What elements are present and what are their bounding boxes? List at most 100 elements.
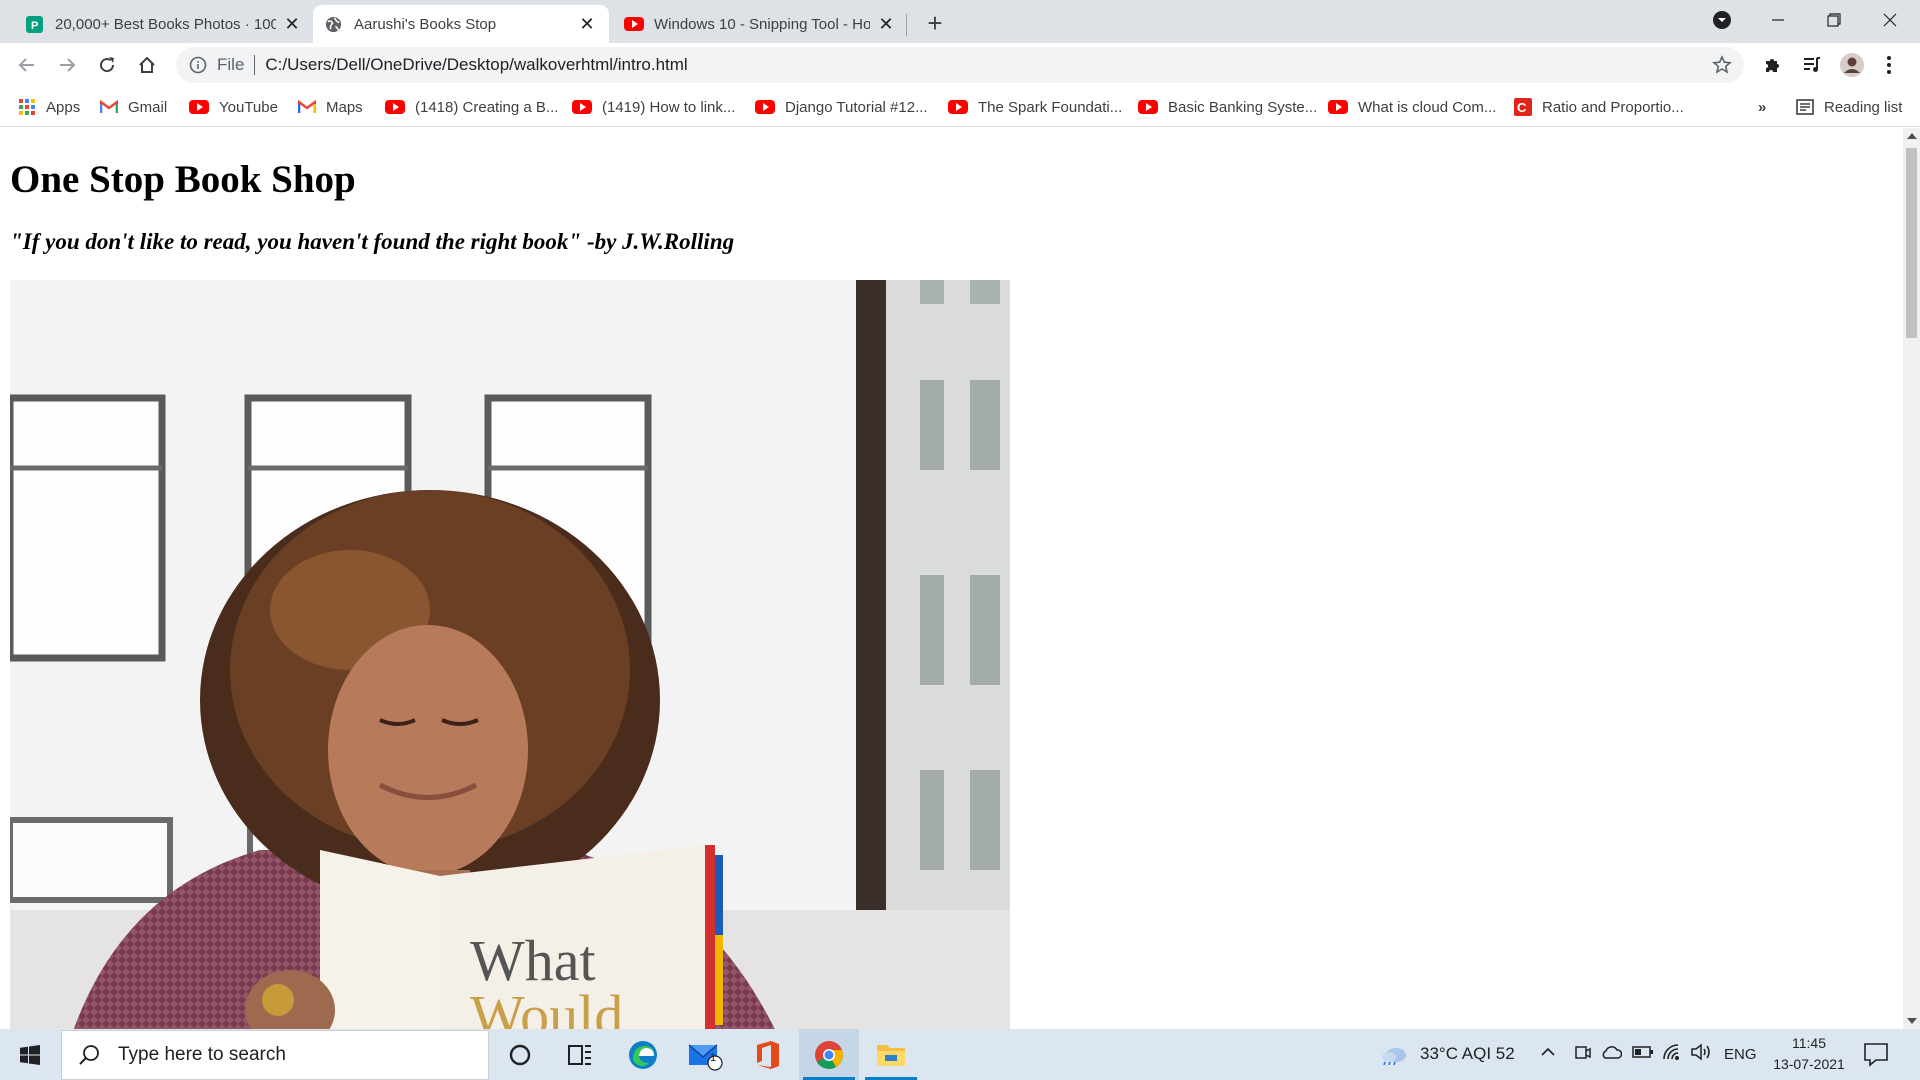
- extensions-button[interactable]: [1755, 48, 1789, 82]
- bookmark-video[interactable]: Basic Banking Syste...: [1138, 96, 1317, 118]
- home-button[interactable]: [130, 48, 164, 82]
- youtube-icon: [948, 100, 968, 114]
- reload-icon: [100, 57, 115, 73]
- page-viewport: One Stop Book Shop "If you don't like to…: [0, 128, 1903, 1029]
- search-icon: [79, 1045, 99, 1065]
- forward-button[interactable]: [50, 48, 84, 82]
- bookmark-video[interactable]: Django Tutorial #12...: [755, 96, 928, 118]
- gmail-icon: [100, 99, 118, 113]
- media-control-button[interactable]: [1795, 48, 1829, 82]
- windows-taskbar: Type here to search 1 33°C AQI 52 ENG 11…: [0, 1029, 1920, 1080]
- scroll-down-icon[interactable]: [1907, 1018, 1917, 1024]
- svg-text:C: C: [1517, 100, 1527, 115]
- forward-arrow-icon: [60, 58, 76, 72]
- reading-woman-photo: What Would: [10, 280, 1010, 1029]
- bookmark-video[interactable]: (1419) How to link...: [572, 96, 735, 118]
- menu-button[interactable]: [1877, 48, 1901, 82]
- tab-search-button[interactable]: [1694, 0, 1750, 40]
- weather-readout[interactable]: 33°C AQI 52: [1420, 1044, 1515, 1064]
- office-app[interactable]: [737, 1029, 797, 1080]
- bookmark-video[interactable]: What is cloud Com...: [1328, 96, 1496, 118]
- close-tab-icon[interactable]: ✕: [577, 14, 597, 34]
- svg-text:Would: Would: [470, 983, 623, 1029]
- page-heading: One Stop Book Shop: [10, 158, 356, 201]
- bookmark-label: YouTube: [219, 98, 278, 116]
- edge-app[interactable]: [613, 1029, 673, 1080]
- address-url[interactable]: C:/Users/Dell/OneDrive/Desktop/walkoverh…: [265, 55, 687, 75]
- meet-now-icon[interactable]: [1574, 1044, 1592, 1067]
- mail-app[interactable]: 1: [675, 1029, 735, 1080]
- office-icon: [757, 1040, 779, 1069]
- playlist-icon: [1804, 57, 1820, 72]
- bookmark-label: Gmail: [128, 98, 168, 116]
- volume-icon[interactable]: [1690, 1043, 1712, 1066]
- bookmark-video[interactable]: The Spark Foundati...: [948, 96, 1122, 118]
- chrome-icon: [815, 1040, 843, 1069]
- tab-books-photos[interactable]: P 20,000+ Best Books Photos · 100% Free …: [14, 5, 314, 43]
- back-button[interactable]: [10, 48, 44, 82]
- tab-title: Windows 10 - Snipping Tool - How to use: [654, 15, 870, 33]
- close-tab-icon[interactable]: ✕: [282, 14, 302, 34]
- new-tab-button[interactable]: +: [920, 8, 950, 38]
- wifi-icon[interactable]: [1662, 1043, 1684, 1066]
- bookmark-gmail[interactable]: Gmail: [100, 96, 167, 118]
- bookmark-label: (1419) How to link...: [602, 98, 736, 116]
- cortana-button[interactable]: [490, 1029, 550, 1080]
- kebab-menu-icon: [1887, 56, 1891, 74]
- onedrive-icon[interactable]: [1600, 1044, 1623, 1065]
- tab-books-stop[interactable]: Aarushi's Books Stop ✕: [313, 5, 609, 43]
- bookmarks-overflow-button[interactable]: »: [1758, 96, 1766, 118]
- bookmark-ratio[interactable]: C Ratio and Proportio...: [1514, 96, 1684, 118]
- youtube-icon: [189, 100, 209, 114]
- home-icon: [139, 56, 155, 73]
- bookmark-label: Apps: [46, 98, 81, 116]
- chevron-down-circle-icon: [1713, 11, 1731, 29]
- file-explorer-app[interactable]: [861, 1029, 921, 1080]
- youtube-icon: [755, 100, 775, 114]
- close-window-button[interactable]: [1862, 0, 1918, 40]
- scroll-thumb[interactable]: [1906, 148, 1917, 338]
- bookmark-label: The Spark Foundati...: [978, 98, 1123, 116]
- svg-text:P: P: [31, 20, 38, 32]
- bookmark-video[interactable]: (1418) Creating a B...: [385, 96, 558, 118]
- tab-title: 20,000+ Best Books Photos · 100% Free Do…: [55, 15, 276, 33]
- scroll-up-icon[interactable]: [1907, 133, 1917, 139]
- bookmark-maps[interactable]: Maps: [298, 96, 363, 118]
- info-icon[interactable]: [189, 56, 207, 74]
- tab-strip: P 20,000+ Best Books Photos · 100% Free …: [0, 0, 1920, 43]
- bookmark-star-icon[interactable]: [1712, 55, 1732, 75]
- bookmark-label: Maps: [326, 98, 363, 116]
- task-view-button[interactable]: [550, 1029, 610, 1080]
- close-tab-icon[interactable]: ✕: [876, 14, 896, 34]
- apps-grid-icon: [19, 99, 35, 115]
- weather-icon[interactable]: [1380, 1043, 1408, 1070]
- folder-icon: [877, 1044, 905, 1066]
- reading-list-button[interactable]: Reading list: [1796, 96, 1902, 118]
- battery-icon[interactable]: [1632, 1045, 1654, 1064]
- clock[interactable]: 11:45 13-07-2021: [1762, 1033, 1856, 1075]
- bookmark-youtube[interactable]: YouTube: [189, 96, 278, 118]
- taskbar-search[interactable]: Type here to search: [61, 1030, 489, 1080]
- bookmark-apps[interactable]: Apps: [18, 96, 80, 118]
- restore-button[interactable]: [1806, 0, 1862, 40]
- notification-icon[interactable]: [1862, 1041, 1890, 1067]
- minimize-button[interactable]: [1750, 0, 1806, 40]
- clock-date: 13-07-2021: [1773, 1056, 1845, 1072]
- bookmark-label: Django Tutorial #12...: [785, 98, 928, 116]
- puzzle-icon: [1766, 59, 1779, 72]
- bookmarks-bar: Apps Gmail YouTube Maps (1418) Creating …: [0, 86, 1920, 127]
- task-view-icon: [568, 1044, 591, 1065]
- bookmark-label: Basic Banking Syste...: [1168, 98, 1318, 116]
- edge-icon: [629, 1040, 657, 1069]
- address-bar[interactable]: File C:/Users/Dell/OneDrive/Desktop/walk…: [176, 47, 1744, 83]
- tab-title: Aarushi's Books Stop: [354, 15, 497, 33]
- tray-chevron-icon[interactable]: [1540, 1044, 1556, 1065]
- reload-button[interactable]: [90, 48, 124, 82]
- youtube-icon: [624, 17, 644, 31]
- start-button[interactable]: [0, 1029, 60, 1080]
- tab-snipping-tool[interactable]: Windows 10 - Snipping Tool - How to use …: [612, 5, 908, 43]
- language-indicator[interactable]: ENG: [1724, 1046, 1757, 1063]
- page-scrollbar[interactable]: [1903, 128, 1920, 1029]
- profile-button[interactable]: [1835, 48, 1869, 82]
- chrome-app[interactable]: [799, 1029, 859, 1080]
